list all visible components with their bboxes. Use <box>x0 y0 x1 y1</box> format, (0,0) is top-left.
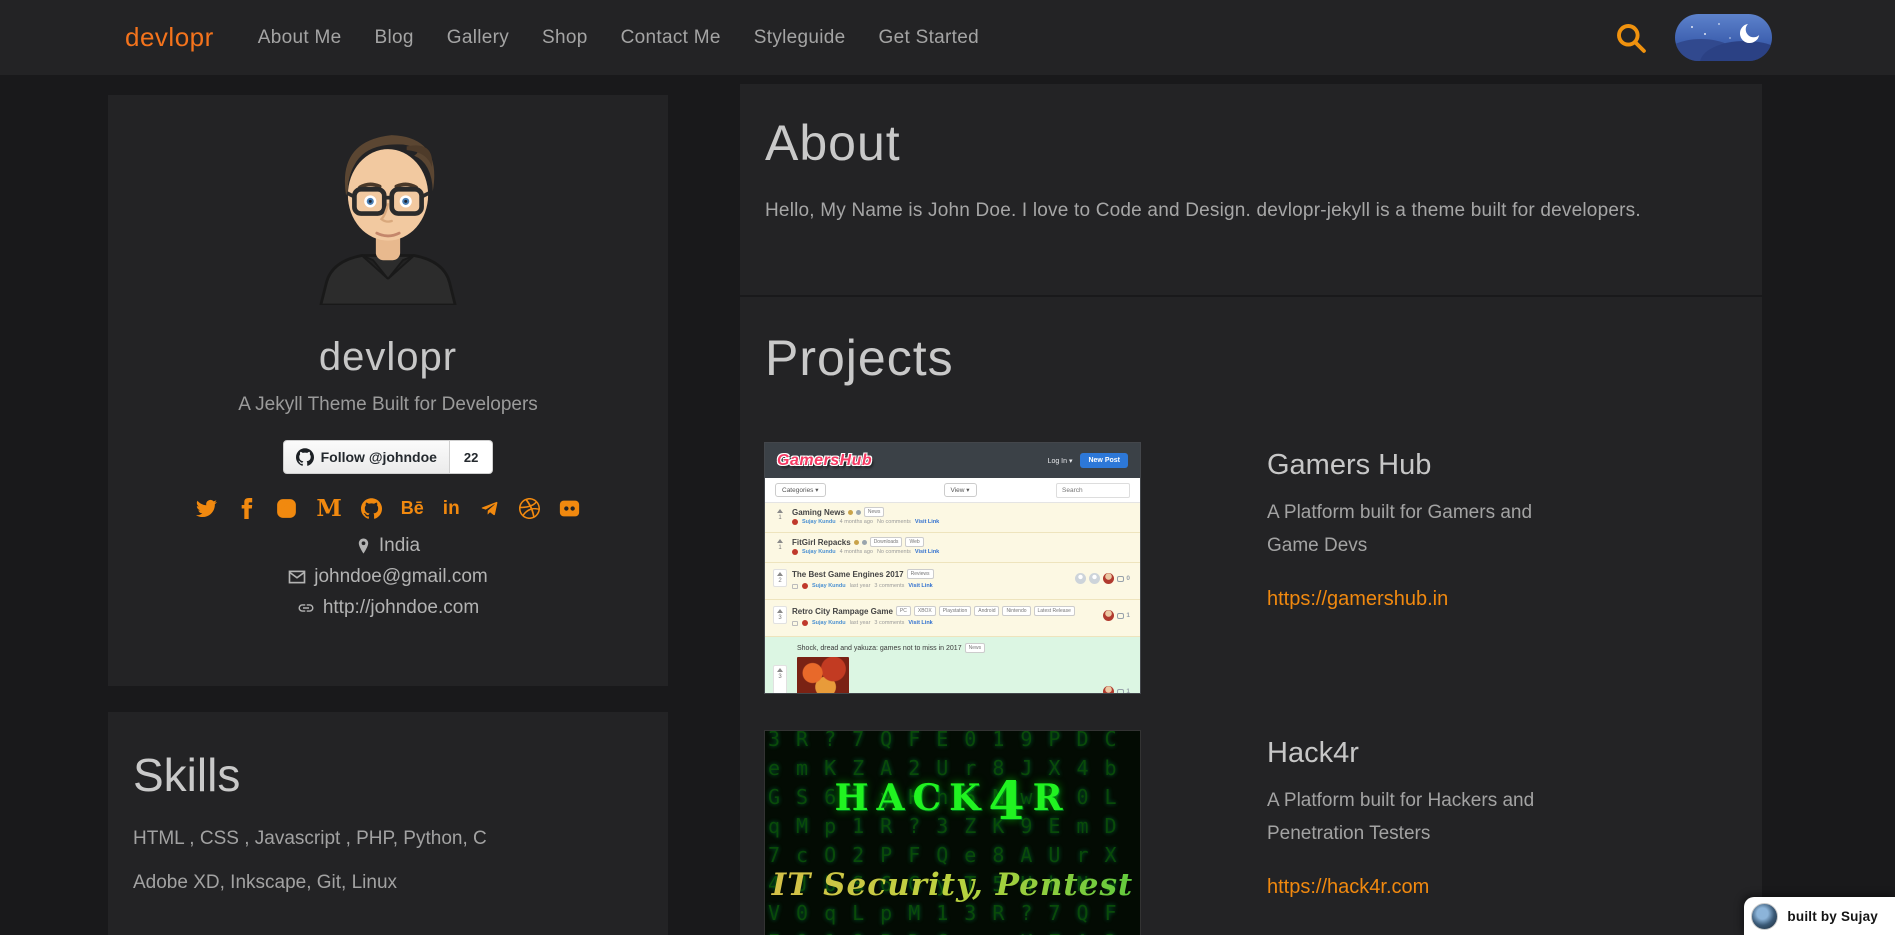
nav-item-about-me[interactable]: About Me <box>258 27 342 49</box>
skills-card: Skills HTML , CSS , Javascript , PHP, Py… <box>108 712 668 935</box>
hack4r-thumbnail[interactable]: 3R?7QFE019PDCemKZA2Ur8JX4bGS6TyHh5NwV0Lq… <box>765 731 1140 935</box>
website-row: http://johndoe.com <box>297 597 479 619</box>
gamershub-toolbar: Categories ▾ View ▾ <box>765 478 1140 503</box>
project-description: A Platform built for Gamers and Game Dev… <box>1267 496 1587 562</box>
behance-icon[interactable]: Bē <box>401 497 424 519</box>
telegram-icon[interactable] <box>479 497 500 519</box>
projects-title: Projects <box>765 329 1734 387</box>
medium-icon[interactable]: M <box>316 497 341 519</box>
email-icon <box>288 568 306 586</box>
built-by-text: built by Sujay <box>1787 909 1878 924</box>
project-description: A Platform built for Hackers and Penetra… <box>1267 784 1587 850</box>
gamershub-post: 3 Retro City Rampage GamePCXBOXPlaystati… <box>765 600 1140 637</box>
project-row-hack4r: 3R?7QFE019PDCemKZA2Ur8JX4bGS6TyHh5NwV0Lq… <box>765 731 1734 935</box>
gamershub-login: Log In ▾ <box>1048 457 1073 465</box>
profile-tagline: A Jekyll Theme Built for Developers <box>238 394 538 416</box>
nav-item-shop[interactable]: Shop <box>542 27 588 49</box>
hack4r-tagline: IT Security, Pentest <box>765 867 1140 903</box>
gamershub-post: 1 Gaming NewsNews Sujay Kundu4 months ag… <box>765 503 1140 533</box>
nav-item-blog[interactable]: Blog <box>375 27 414 49</box>
project-link[interactable]: https://hack4r.com <box>1267 876 1429 899</box>
gamershub-thumbnail[interactable]: GamersHub Log In ▾ New Post Categories ▾… <box>765 443 1140 693</box>
gamershub-categories-dropdown: Categories ▾ <box>775 483 826 497</box>
nav-item-contact-me[interactable]: Contact Me <box>621 27 721 49</box>
gamershub-thumb-header: GamersHub Log In ▾ New Post <box>765 443 1140 478</box>
profile-card: devlopr A Jekyll Theme Built for Develop… <box>108 95 668 686</box>
link-icon <box>297 599 315 617</box>
project-info-hack4r: Hack4r A Platform built for Hackers and … <box>1267 731 1587 935</box>
nav-item-get-started[interactable]: Get Started <box>879 27 979 49</box>
github-follow-label: Follow @johndoe <box>321 449 437 465</box>
nav-links: About Me Blog Gallery Shop Contact Me St… <box>258 27 979 49</box>
moon-icon <box>1736 20 1763 47</box>
linkedin-icon[interactable]: in <box>443 497 460 519</box>
navbar-actions <box>1613 14 1772 61</box>
gamershub-post: 3 Shock, dread and yakuza: games not to … <box>765 637 1140 693</box>
project-name: Hack4r <box>1267 737 1587 770</box>
site-logo[interactable]: devlopr <box>125 22 214 53</box>
nav-item-styleguide[interactable]: Styleguide <box>754 27 846 49</box>
project-name: Gamers Hub <box>1267 449 1587 482</box>
dribbble-icon[interactable] <box>519 497 540 519</box>
facebook-icon[interactable] <box>236 497 257 519</box>
about-text: Hello, My Name is John Doe. I love to Co… <box>765 200 1734 222</box>
project-link[interactable]: https://gamershub.in <box>1267 588 1448 611</box>
location-row: India <box>356 535 420 557</box>
website-link[interactable]: http://johndoe.com <box>323 597 479 619</box>
location-pin-icon <box>356 537 371 555</box>
hack4r-logo: HACK4R <box>765 777 1140 819</box>
about-title: About <box>765 114 1734 172</box>
github-social-icon[interactable] <box>361 497 382 519</box>
project-info-gamers-hub: Gamers Hub A Platform built for Gamers a… <box>1267 443 1587 693</box>
builder-avatar <box>1751 903 1778 930</box>
email-row: johndoe@gmail.com <box>288 566 488 588</box>
flickr-icon[interactable] <box>559 497 580 519</box>
built-by-badge[interactable]: built by Sujay <box>1744 897 1895 935</box>
gamershub-post: 1 FitGirl RepacksDownloadsWeb Sujay Kund… <box>765 533 1140 563</box>
about-card: About Hello, My Name is John Doe. I love… <box>740 84 1762 295</box>
github-follower-count[interactable]: 22 <box>450 440 493 474</box>
instagram-icon[interactable] <box>276 497 297 519</box>
github-icon <box>296 448 314 466</box>
projects-card: Projects GamersHub Log In ▾ New Post Cat… <box>740 297 1762 935</box>
skills-line: HTML , CSS , Javascript , PHP, Python, C <box>133 828 643 850</box>
github-follow-button[interactable]: Follow @johndoe 22 <box>283 440 494 474</box>
gamershub-search-input <box>1056 483 1130 498</box>
stars-decoration <box>1691 26 1693 28</box>
gamershub-logo: GamersHub <box>777 452 872 470</box>
post-image <box>797 657 849 693</box>
skills-title: Skills <box>133 748 643 802</box>
gamershub-view-dropdown: View ▾ <box>944 483 977 497</box>
gamershub-post: 2 The Best Game Engines 2017Reviews Suja… <box>765 563 1140 600</box>
navbar: devlopr About Me Blog Gallery Shop Conta… <box>0 0 1895 75</box>
nav-item-gallery[interactable]: Gallery <box>447 27 509 49</box>
email-link[interactable]: johndoe@gmail.com <box>314 566 488 588</box>
project-row-gamers-hub: GamersHub Log In ▾ New Post Categories ▾… <box>765 443 1734 693</box>
matrix-background: 3R?7QFE019PDCemKZA2Ur8JX4bGS6TyHh5NwV0Lq… <box>768 731 1140 935</box>
social-links: M Bē in <box>196 497 579 519</box>
skills-line: Adobe XD, Inkscape, Git, Linux <box>133 872 643 894</box>
profile-avatar <box>288 109 488 305</box>
theme-toggle[interactable] <box>1675 14 1772 61</box>
gamershub-newpost-button: New Post <box>1080 453 1128 468</box>
location-text: India <box>379 535 420 557</box>
profile-name: devlopr <box>319 335 457 380</box>
contact-info: India johndoe@gmail.com http://johndoe.c… <box>288 535 488 619</box>
twitter-icon[interactable] <box>196 497 217 519</box>
search-icon[interactable] <box>1613 20 1649 56</box>
